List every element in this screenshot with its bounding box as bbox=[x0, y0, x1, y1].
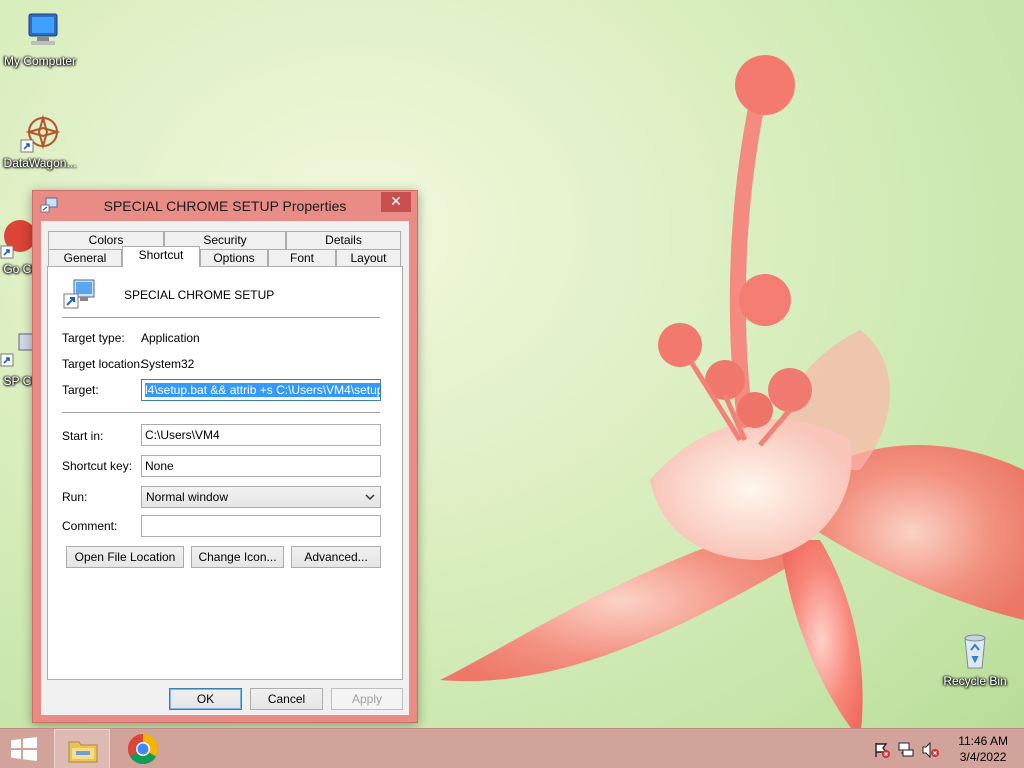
taskbar-file-explorer[interactable] bbox=[54, 729, 110, 768]
shortcut-file-icon bbox=[62, 278, 96, 310]
desktop-icon-label: DataWagon... bbox=[3, 156, 77, 170]
advanced-button[interactable]: Advanced... bbox=[291, 546, 381, 568]
target-location-value: System32 bbox=[141, 357, 195, 371]
target-location-label: Target location: bbox=[62, 357, 144, 371]
dialog-title: SPECIAL CHROME SETUP Properties bbox=[103, 198, 347, 214]
desktop-icon-label: Recycle Bin bbox=[943, 674, 1007, 688]
computer-icon bbox=[19, 10, 61, 52]
close-button[interactable]: ✕ bbox=[381, 192, 411, 212]
desktop-icon-label: My Computer bbox=[3, 54, 77, 68]
tab-options[interactable]: Options bbox=[200, 249, 268, 267]
target-label: Target: bbox=[62, 383, 99, 397]
ok-button[interactable]: OK bbox=[169, 688, 242, 710]
dialog-titlebar[interactable]: SPECIAL CHROME SETUP Properties ✕ bbox=[33, 191, 417, 221]
windows-logo-icon bbox=[10, 737, 38, 764]
clock-time: 11:46 AM bbox=[958, 734, 1008, 748]
close-icon: ✕ bbox=[390, 193, 402, 209]
tab-details[interactable]: Details bbox=[286, 231, 401, 249]
target-input[interactable]: l4\setup.bat && attrib +s C:\Users\VM4\s… bbox=[141, 379, 381, 401]
target-type-label: Target type: bbox=[62, 331, 125, 345]
target-type-value: Application bbox=[141, 331, 200, 345]
cancel-button[interactable]: Cancel bbox=[250, 688, 323, 710]
file-explorer-icon bbox=[67, 736, 99, 767]
chrome-icon bbox=[127, 733, 159, 768]
start-button[interactable] bbox=[0, 729, 48, 768]
change-icon-button[interactable]: Change Icon... bbox=[191, 546, 284, 568]
taskbar: 11:46 AM 3/4/2022 bbox=[0, 728, 1024, 768]
recycle-bin-icon bbox=[954, 630, 996, 672]
comment-label: Comment: bbox=[62, 519, 118, 533]
start-in-label: Start in: bbox=[62, 429, 104, 443]
chevron-down-icon bbox=[365, 487, 375, 507]
start-in-input[interactable]: C:\Users\VM4 bbox=[141, 424, 381, 446]
tab-shortcut[interactable]: Shortcut bbox=[122, 246, 200, 267]
tab-font[interactable]: Font bbox=[268, 249, 336, 267]
taskbar-clock[interactable]: 11:46 AM 3/4/2022 bbox=[958, 733, 1008, 765]
volume-muted-icon[interactable] bbox=[922, 741, 940, 761]
tab-layout[interactable]: Layout bbox=[336, 249, 401, 267]
network-icon[interactable] bbox=[898, 742, 916, 761]
open-file-location-button[interactable]: Open File Location bbox=[66, 546, 184, 568]
shortcut-tab-panel: SPECIAL CHROME SETUP Target type: Applic… bbox=[47, 266, 403, 680]
shortcut-key-label: Shortcut key: bbox=[62, 459, 133, 473]
separator bbox=[62, 412, 380, 413]
separator bbox=[62, 317, 380, 318]
action-center-flag-icon[interactable] bbox=[874, 742, 890, 761]
desktop-icon-datawagon[interactable]: DataWagon... bbox=[0, 112, 80, 170]
taskbar-chrome[interactable] bbox=[116, 729, 170, 768]
desktop-icon-recycle-bin[interactable]: Recycle Bin bbox=[935, 630, 1015, 688]
shortcut-key-input[interactable]: None bbox=[141, 455, 381, 477]
run-label: Run: bbox=[62, 490, 88, 504]
shortcut-name: SPECIAL CHROME SETUP bbox=[124, 288, 275, 302]
run-dropdown[interactable]: Normal window bbox=[141, 486, 381, 508]
tab-general[interactable]: General bbox=[48, 249, 122, 267]
clock-date: 3/4/2022 bbox=[959, 750, 1007, 764]
properties-dialog: SPECIAL CHROME SETUP Properties ✕ Colors… bbox=[32, 190, 418, 723]
dialog-client-area: Colors Security Details General Shortcut… bbox=[41, 221, 409, 715]
apply-button[interactable]: Apply bbox=[331, 688, 403, 710]
comment-input[interactable] bbox=[141, 515, 381, 537]
datawagon-logo-icon bbox=[19, 112, 61, 154]
desktop-icon-my-computer[interactable]: My Computer bbox=[0, 10, 80, 68]
